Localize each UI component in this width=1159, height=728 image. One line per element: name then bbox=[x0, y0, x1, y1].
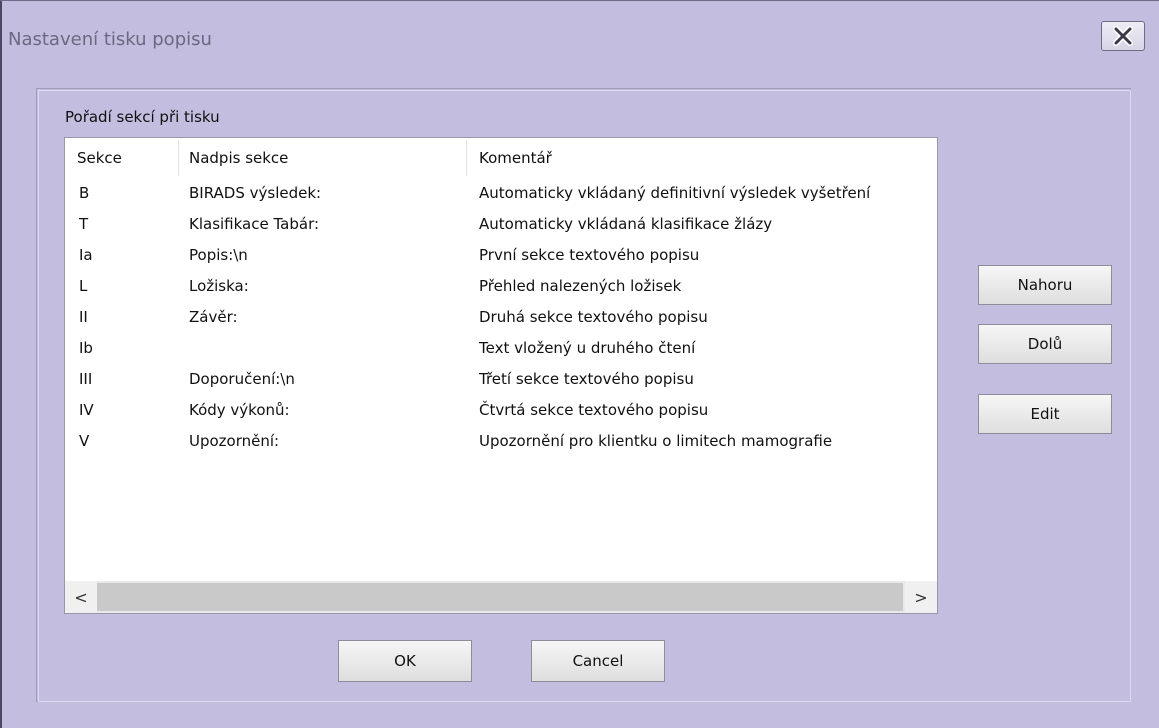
scroll-left-button[interactable]: < bbox=[65, 581, 97, 613]
cell-sekce: L bbox=[79, 277, 88, 295]
chevron-left-icon: < bbox=[74, 587, 88, 607]
cell-komentar: Přehled nalezených ložisek bbox=[479, 277, 682, 295]
column-separator[interactable] bbox=[466, 140, 467, 176]
ok-button[interactable]: OK bbox=[338, 640, 472, 682]
cell-komentar: Automaticky vkládaný definitivní výslede… bbox=[479, 184, 871, 202]
dialog-window: Nastavení tisku popisu Pořadí sekcí při … bbox=[0, 0, 1159, 728]
edit-button[interactable]: Edit bbox=[978, 394, 1112, 434]
table-row[interactable]: Ib Text vložený u druhého čtení bbox=[65, 333, 937, 364]
column-header-nadpis[interactable]: Nadpis sekce bbox=[189, 138, 288, 178]
cell-sekce: B bbox=[79, 184, 90, 202]
listview-header: Sekce Nadpis sekce Komentář bbox=[65, 138, 937, 178]
column-header-komentar[interactable]: Komentář bbox=[479, 138, 552, 178]
cell-komentar: První sekce textového popisu bbox=[479, 246, 700, 264]
chevron-right-icon: > bbox=[914, 587, 928, 607]
column-separator[interactable] bbox=[178, 140, 179, 176]
cancel-button[interactable]: Cancel bbox=[531, 640, 665, 682]
close-button[interactable] bbox=[1101, 21, 1145, 51]
table-row[interactable]: T Klasifikace Tabár: Automaticky vkládaná … bbox=[65, 209, 937, 240]
window-title: Nastavení tisku popisu bbox=[8, 29, 212, 50]
cell-nadpis: Kódy výkonů: bbox=[189, 401, 290, 419]
cell-komentar: Automaticky vkládaná klasifikace žlázy bbox=[479, 215, 773, 233]
cell-sekce: IV bbox=[79, 401, 94, 419]
cell-sekce: Ib bbox=[79, 339, 93, 357]
cell-nadpis: BIRADS výsledek: bbox=[189, 184, 322, 202]
table-row[interactable]: B BIRADS výsledek: Automaticky vkládaný de… bbox=[65, 178, 937, 209]
section-listview[interactable]: Sekce Nadpis sekce Komentář B BIRADS výsl… bbox=[64, 137, 938, 614]
table-row[interactable]: III Doporučení:\n Třetí sekce textového po… bbox=[65, 364, 937, 395]
cell-komentar: Čtvrtá sekce textového popisu bbox=[479, 401, 709, 419]
scrollbar-thumb[interactable] bbox=[97, 583, 903, 611]
table-row[interactable]: IV Kódy výkonů: Čtvrtá sekce textového pop… bbox=[65, 395, 937, 426]
cell-nadpis: Upozornění: bbox=[189, 432, 280, 450]
cell-sekce: III bbox=[79, 370, 93, 388]
horizontal-scrollbar[interactable]: < > bbox=[65, 581, 937, 613]
cell-nadpis: Klasifikace Tabár: bbox=[189, 215, 320, 233]
close-icon bbox=[1113, 26, 1133, 46]
cell-nadpis: Popis:\n bbox=[189, 246, 248, 264]
cell-sekce: T bbox=[79, 215, 89, 233]
cell-nadpis: Doporučení:\n bbox=[189, 370, 295, 388]
column-header-sekce[interactable]: Sekce bbox=[77, 138, 122, 178]
cell-komentar: Upozornění pro klientku o limitech mamog… bbox=[479, 432, 833, 450]
cell-nadpis: Závěr: bbox=[189, 308, 238, 326]
table-row[interactable]: V Upozornění: Upozornění pro klientku o li… bbox=[65, 426, 937, 457]
table-row[interactable]: Ia Popis:\n První sekce textového popisu bbox=[65, 240, 937, 271]
table-row[interactable]: II Závěr: Druhá sekce textového popisu bbox=[65, 302, 937, 333]
cell-komentar: Text vložený u druhého čtení bbox=[479, 339, 696, 357]
cell-sekce: Ia bbox=[79, 246, 93, 264]
section-order-label: Pořadí sekcí při tisku bbox=[65, 108, 220, 126]
cell-sekce: II bbox=[79, 308, 88, 326]
cell-nadpis: Ložiska: bbox=[189, 277, 249, 295]
cell-komentar: Třetí sekce textového popisu bbox=[479, 370, 694, 388]
table-row[interactable]: L Ložiska: Přehled nalezených ložisek bbox=[65, 271, 937, 302]
move-up-button[interactable]: Nahoru bbox=[978, 265, 1112, 305]
cell-komentar: Druhá sekce textového popisu bbox=[479, 308, 708, 326]
move-down-button[interactable]: Dolů bbox=[978, 324, 1112, 364]
scroll-right-button[interactable]: > bbox=[905, 581, 937, 613]
cell-sekce: V bbox=[79, 432, 90, 450]
